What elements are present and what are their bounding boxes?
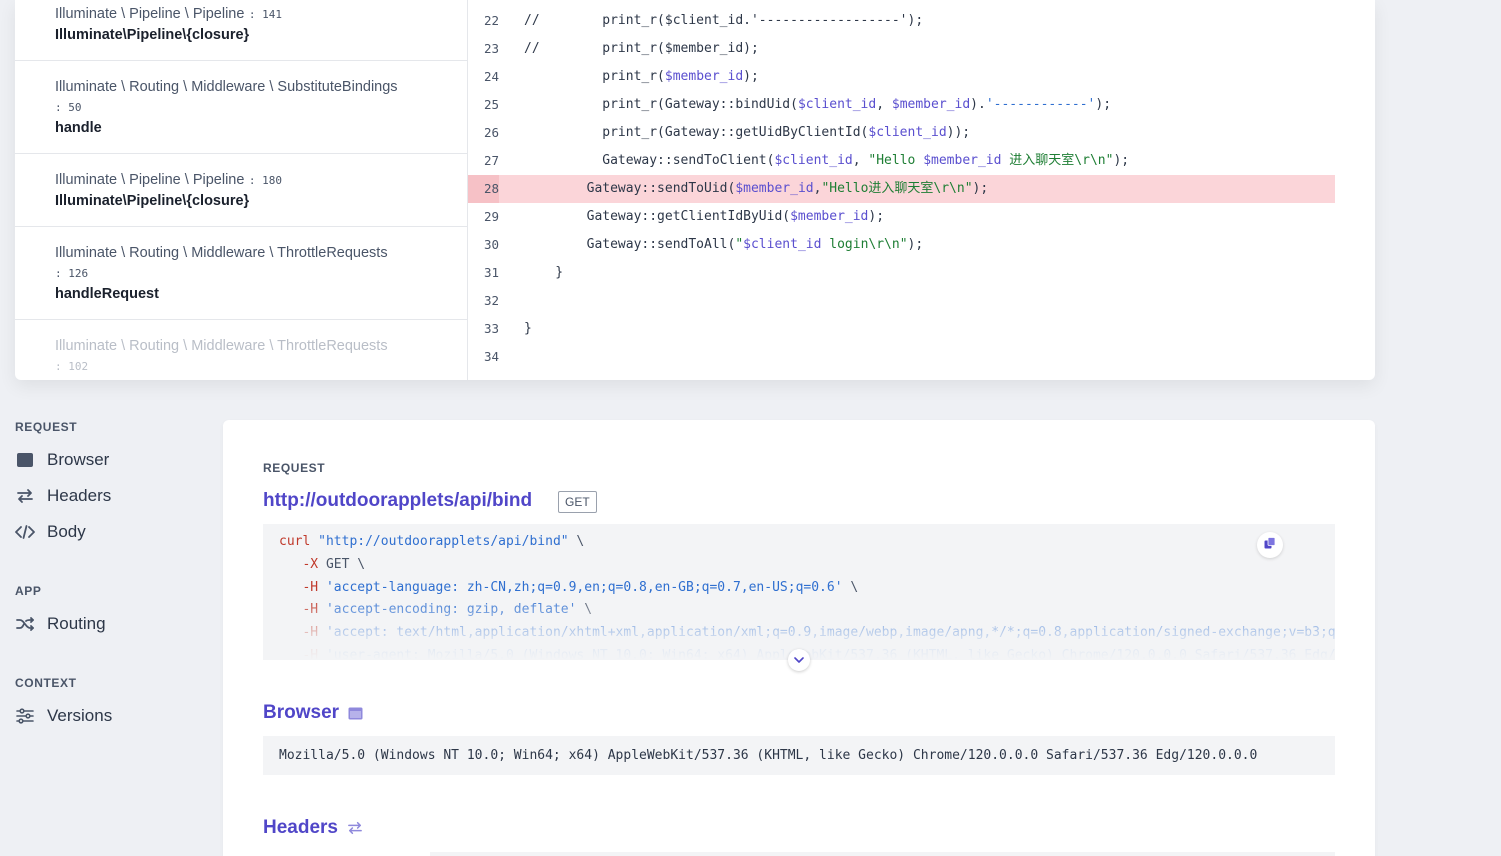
line-number: 31 bbox=[483, 265, 499, 280]
code-text: print_r($member_id); bbox=[524, 69, 759, 84]
browser-section-title: Browser bbox=[263, 702, 363, 724]
code-line: 31 } bbox=[468, 259, 1335, 287]
code-line: 22 // print_r($client_id.'---------------… bbox=[468, 7, 1335, 35]
stack-frame[interactable]: Illuminate \ Routing \ Middleware \ Thro… bbox=[15, 227, 467, 320]
frame-line-number: : 141 bbox=[248, 8, 282, 21]
frame-function: handle bbox=[55, 120, 102, 136]
curl-line: curl "http://outdoorapplets/api/bind" \ bbox=[279, 534, 585, 549]
line-number: 24 bbox=[483, 69, 499, 84]
nav-item-body[interactable]: Body bbox=[15, 518, 86, 546]
browser-window-icon bbox=[348, 707, 363, 720]
nav-item-label: Headers bbox=[47, 486, 112, 505]
curl-line: -X GET \ bbox=[279, 557, 366, 572]
frame-line-number: : 126 bbox=[55, 267, 89, 280]
code-text: Gateway::sendToAll("$client_id login\r\n… bbox=[524, 237, 924, 252]
line-number: 28 bbox=[468, 175, 499, 203]
line-number: 25 bbox=[483, 97, 499, 112]
line-number: 30 bbox=[483, 237, 499, 252]
code-line: 33} bbox=[468, 315, 1335, 343]
random-route-icon bbox=[15, 614, 35, 634]
line-number: 34 bbox=[483, 349, 499, 364]
request-panel: REQUEST http://outdoorapplets/api/bind G… bbox=[223, 420, 1375, 856]
nav-item-label: Versions bbox=[47, 706, 113, 725]
code-text: Gateway::sendToClient($client_id, "Hello… bbox=[524, 153, 1130, 168]
stack-frame[interactable]: Illuminate \ Pipeline \ Pipeline : 180 Il… bbox=[15, 154, 467, 227]
line-number: 32 bbox=[483, 293, 499, 308]
nav-item-label: Body bbox=[47, 522, 86, 541]
nav-item-browser[interactable]: Browser bbox=[15, 446, 109, 474]
code-text: Gateway::sendToUid($member_id,"Hello进入聊天… bbox=[524, 181, 989, 196]
copy-button[interactable] bbox=[1257, 532, 1283, 558]
frame-path: Illuminate \ Pipeline \ Pipeline bbox=[55, 172, 245, 188]
browser-window-icon bbox=[15, 450, 35, 470]
line-number: 33 bbox=[483, 321, 499, 336]
headers-title-text: Headers bbox=[263, 817, 338, 838]
frame-line-number: : 50 bbox=[55, 101, 82, 114]
code-line: 27 Gateway::sendToClient($client_id, "He… bbox=[468, 147, 1335, 175]
code-line: 26 print_r(Gateway::getUidByClientId($cl… bbox=[468, 119, 1335, 147]
line-number: 29 bbox=[483, 209, 499, 224]
expand-curl-button[interactable] bbox=[788, 649, 810, 671]
frame-line-number: : 180 bbox=[248, 174, 282, 187]
line-number: 26 bbox=[483, 125, 499, 140]
code-line-highlighted: 28 Gateway::sendToUid($member_id,"Hello进… bbox=[468, 175, 1335, 203]
arrows-exchange-icon bbox=[15, 486, 35, 506]
code-text: print_r(Gateway::getUidByClientId($clien… bbox=[524, 125, 971, 140]
code-line: 29 Gateway::getClientIdByUid($member_id)… bbox=[468, 203, 1335, 231]
frame-path: Illuminate \ Pipeline \ Pipeline bbox=[55, 6, 245, 22]
frame-path: Illuminate \ Routing \ Middleware \ Thro… bbox=[55, 338, 388, 354]
frame-function: Illuminate\Pipeline\{closure} bbox=[55, 193, 250, 209]
code-text: Gateway::getClientIdByUid($member_id); bbox=[524, 209, 885, 224]
code-line: 30 Gateway::sendToAll("$client_id login\… bbox=[468, 231, 1335, 259]
code-text: // print_r($member_id); bbox=[524, 41, 759, 56]
nav-item-label: Routing bbox=[47, 614, 106, 633]
copy-icon bbox=[1264, 536, 1276, 554]
request-heading: REQUEST bbox=[263, 461, 326, 475]
stack-frame[interactable]: Illuminate \ Routing \ Middleware \ Subs… bbox=[15, 61, 467, 154]
frame-line-number: : 102 bbox=[55, 360, 89, 373]
code-text: } bbox=[524, 321, 532, 336]
user-agent-value: Mozilla/5.0 (Windows NT 10.0; Win64; x64… bbox=[263, 736, 1335, 775]
arrows-exchange-icon bbox=[347, 821, 363, 835]
code-line: 34 bbox=[468, 343, 1335, 371]
nav-heading-app: APP bbox=[15, 584, 42, 598]
frame-path: Illuminate \ Routing \ Middleware \ Thro… bbox=[55, 245, 388, 261]
code-line: 25 print_r(Gateway::bindUid($client_id, … bbox=[468, 91, 1335, 119]
line-number: 23 bbox=[483, 41, 499, 56]
nav-item-versions[interactable]: Versions bbox=[15, 702, 112, 730]
code-line: 23 // print_r($member_id); bbox=[468, 35, 1335, 63]
nav-item-label: Browser bbox=[47, 450, 110, 469]
frame-path: Illuminate \ Routing \ Middleware \ Subs… bbox=[55, 79, 398, 95]
code-text: } bbox=[524, 265, 564, 280]
line-number: 27 bbox=[483, 153, 499, 168]
frame-function: handleRequest bbox=[55, 286, 159, 302]
code-icon bbox=[15, 522, 35, 542]
code-snippet: 22 // print_r($client_id.'---------------… bbox=[468, 0, 1375, 380]
request-method-badge: GET bbox=[558, 491, 597, 513]
nav-heading-request: REQUEST bbox=[15, 420, 78, 434]
stack-trace-panel: Illuminate \ Pipeline \ Pipeline : 141 Il… bbox=[15, 0, 1375, 380]
line-number: 22 bbox=[483, 13, 499, 28]
stack-frames-list[interactable]: Illuminate \ Pipeline \ Pipeline : 141 Il… bbox=[15, 0, 468, 380]
sliders-icon bbox=[15, 706, 35, 726]
request-url-link[interactable]: http://outdoorapplets/api/bind bbox=[263, 490, 532, 512]
nav-heading-context: CONTEXT bbox=[15, 676, 77, 690]
curl-command-block[interactable]: curl "http://outdoorapplets/api/bind" \ … bbox=[263, 524, 1335, 660]
chevron-down-icon bbox=[794, 651, 804, 669]
frame-function: Illuminate\Pipeline\{closure} bbox=[55, 27, 250, 43]
code-text: print_r(Gateway::bindUid($client_id, $me… bbox=[524, 97, 1112, 112]
headers-section-title: Headers bbox=[263, 817, 363, 839]
browser-title-text: Browser bbox=[263, 702, 340, 723]
stack-frame[interactable]: Illuminate \ Pipeline \ Pipeline : 141 Il… bbox=[15, 0, 467, 61]
code-line: 24 print_r($member_id); bbox=[468, 63, 1335, 91]
nav-item-routing[interactable]: Routing bbox=[15, 610, 106, 638]
code-text: // print_r($client_id.'-----------------… bbox=[524, 13, 924, 28]
nav-item-headers[interactable]: Headers bbox=[15, 482, 111, 510]
code-line: 32 bbox=[468, 287, 1335, 315]
headers-table bbox=[430, 852, 1335, 856]
stack-frame[interactable]: Illuminate \ Routing \ Middleware \ Thro… bbox=[15, 320, 467, 380]
